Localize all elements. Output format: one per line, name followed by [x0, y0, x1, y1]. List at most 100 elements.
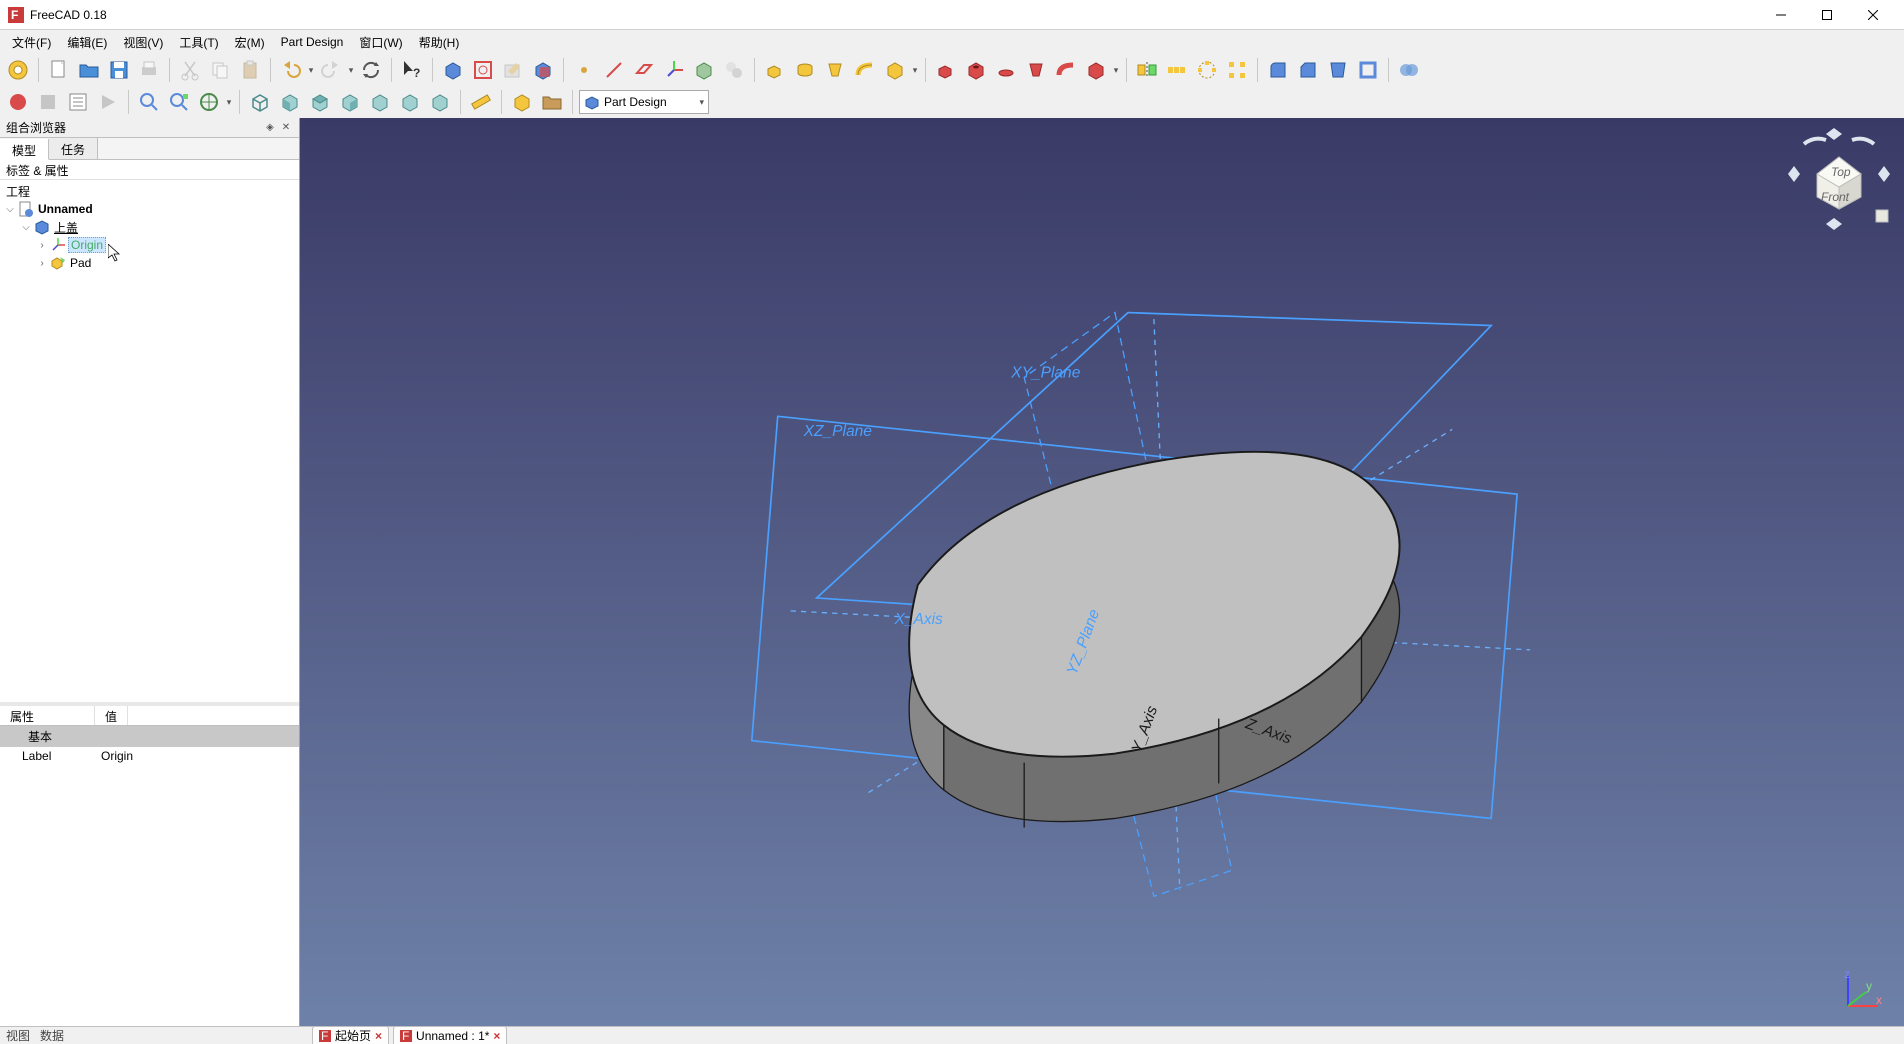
navcube-arrow-left[interactable]: [1788, 166, 1800, 182]
view-top-button[interactable]: [306, 88, 334, 116]
menu-edit[interactable]: 编辑(E): [59, 31, 115, 54]
pd-subtractive-primitive-button[interactable]: [1082, 56, 1110, 84]
view-rear-button[interactable]: [366, 88, 394, 116]
tab-tasks[interactable]: 任务: [49, 138, 98, 159]
menu-macro[interactable]: 宏(M): [227, 31, 273, 54]
pd-hole-button[interactable]: [962, 56, 990, 84]
measure-button[interactable]: [467, 88, 495, 116]
pd-subtractive-primitive-dropdown[interactable]: ▾: [1112, 65, 1120, 76]
undo-button[interactable]: [277, 56, 305, 84]
model-tree[interactable]: 工程 ⌵ Unnamed ⌵ 上盖 › Origin › Pad: [0, 180, 299, 702]
pd-thickness-button[interactable]: [1354, 56, 1382, 84]
props-group-basic[interactable]: 基本: [0, 726, 299, 747]
tree-caret[interactable]: ›: [36, 240, 48, 251]
doc-tab-close-icon[interactable]: ×: [375, 1029, 382, 1043]
refresh-button[interactable]: [357, 56, 385, 84]
view-fit-selection-button[interactable]: [165, 88, 193, 116]
workbench-icon[interactable]: [4, 56, 32, 84]
menu-partdesign[interactable]: Part Design: [273, 32, 352, 52]
window-close-button[interactable]: [1850, 0, 1896, 30]
panel-close-button[interactable]: ✕: [279, 121, 293, 135]
props-row-label[interactable]: Label Origin: [0, 747, 299, 767]
draw-style-dropdown[interactable]: ▾: [225, 97, 233, 108]
navcube-arrow-right[interactable]: [1878, 166, 1890, 182]
pd-additive-primitive-dropdown[interactable]: ▾: [911, 65, 919, 76]
draw-style-button[interactable]: [195, 88, 223, 116]
menu-file[interactable]: 文件(F): [4, 31, 59, 54]
macro-record-button[interactable]: [4, 88, 32, 116]
view-isometric-button[interactable]: [246, 88, 274, 116]
view-fit-button[interactable]: [135, 88, 163, 116]
navcube-menu-button[interactable]: [1876, 210, 1888, 222]
doc-tab-unnamed[interactable]: F Unnamed : 1* ×: [393, 1026, 507, 1044]
pd-sub-loft-button[interactable]: [1022, 56, 1050, 84]
status-tab-data[interactable]: 数据: [40, 1027, 64, 1044]
pd-datum-point-button[interactable]: [570, 56, 598, 84]
menu-view[interactable]: 视图(V): [115, 31, 171, 54]
tree-caret[interactable]: ⌵: [4, 204, 16, 215]
macro-stop-button[interactable]: [34, 88, 62, 116]
tree-root[interactable]: ⌵ Unnamed: [4, 200, 295, 218]
tree-caret[interactable]: ⌵: [20, 222, 32, 233]
pd-draft-button[interactable]: [1324, 56, 1352, 84]
redo-button[interactable]: [317, 56, 345, 84]
macro-execute-button[interactable]: [94, 88, 122, 116]
pd-loft-button[interactable]: [821, 56, 849, 84]
tree-pad[interactable]: › Pad: [36, 254, 295, 272]
view-right-button[interactable]: [336, 88, 364, 116]
whatsthis-button[interactable]: ?: [398, 56, 426, 84]
tree-caret[interactable]: ›: [36, 258, 48, 269]
pd-sketch-button[interactable]: [469, 56, 497, 84]
navcube-rotate-cw[interactable]: [1852, 139, 1874, 144]
pd-multitransform-button[interactable]: [1223, 56, 1251, 84]
3d-viewport[interactable]: XY_Plane XZ_Plane X_Axis YZ_Plane Y_Axis…: [300, 118, 1904, 1026]
view-left-button[interactable]: [426, 88, 454, 116]
pd-datum-plane-button[interactable]: [630, 56, 658, 84]
window-minimize-button[interactable]: [1758, 0, 1804, 30]
tab-model[interactable]: 模型: [0, 139, 49, 160]
pd-datum-cs-button[interactable]: [660, 56, 688, 84]
pd-body-button[interactable]: [439, 56, 467, 84]
doc-tab-close-icon[interactable]: ×: [493, 1029, 500, 1043]
view-front-button[interactable]: [276, 88, 304, 116]
pd-datum-line-button[interactable]: [600, 56, 628, 84]
print-button[interactable]: [135, 56, 163, 84]
tree-origin[interactable]: › Origin: [36, 236, 295, 254]
navcube-arrow-down[interactable]: [1826, 218, 1842, 230]
pd-shapebinder-button[interactable]: [690, 56, 718, 84]
tree-body[interactable]: ⌵ 上盖: [20, 218, 295, 236]
part-button[interactable]: [508, 88, 536, 116]
pd-additive-primitive-button[interactable]: [881, 56, 909, 84]
pd-linear-pattern-button[interactable]: [1163, 56, 1191, 84]
menu-help[interactable]: 帮助(H): [411, 31, 468, 54]
panel-float-button[interactable]: ◈: [263, 121, 277, 135]
redo-dropdown[interactable]: ▾: [347, 65, 355, 76]
navigation-cube[interactable]: Top Front: [1784, 124, 1894, 234]
props-label-value[interactable]: Origin: [95, 747, 299, 767]
new-file-button[interactable]: [45, 56, 73, 84]
pd-pad-button[interactable]: [761, 56, 789, 84]
paste-button[interactable]: [236, 56, 264, 84]
pd-chamfer-button[interactable]: [1294, 56, 1322, 84]
pd-revolution-button[interactable]: [791, 56, 819, 84]
copy-button[interactable]: [206, 56, 234, 84]
workbench-selector[interactable]: Part Design ▾: [579, 90, 709, 114]
menu-window[interactable]: 窗口(W): [351, 31, 410, 54]
menu-tools[interactable]: 工具(T): [171, 31, 226, 54]
pd-pocket-button[interactable]: [932, 56, 960, 84]
doc-tab-start[interactable]: F 起始页 ×: [312, 1026, 389, 1044]
pd-clone-button[interactable]: [720, 56, 748, 84]
undo-dropdown[interactable]: ▾: [307, 65, 315, 76]
pd-polar-pattern-button[interactable]: [1193, 56, 1221, 84]
save-button[interactable]: [105, 56, 133, 84]
pd-groove-button[interactable]: [992, 56, 1020, 84]
view-bottom-button[interactable]: [396, 88, 424, 116]
pd-edit-sketch-button[interactable]: [499, 56, 527, 84]
navcube-rotate-ccw[interactable]: [1804, 139, 1826, 144]
cut-button[interactable]: [176, 56, 204, 84]
pd-boolean-button[interactable]: [1395, 56, 1423, 84]
macro-list-button[interactable]: [64, 88, 92, 116]
open-file-button[interactable]: [75, 56, 103, 84]
window-maximize-button[interactable]: [1804, 0, 1850, 30]
pd-map-sketch-button[interactable]: [529, 56, 557, 84]
